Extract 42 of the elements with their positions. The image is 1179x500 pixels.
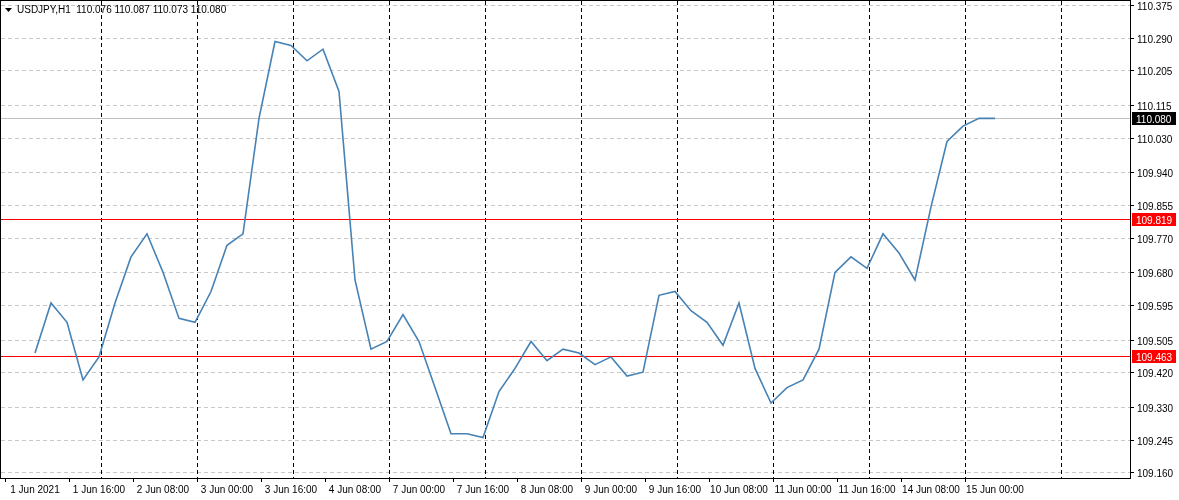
time-axis-label: 9 Jun 16:00 <box>648 484 702 495</box>
price-axis-label: 110.115 <box>1137 100 1172 112</box>
time-axis-label: 15 Jun 00:00 <box>966 484 1024 495</box>
time-axis-label: 14 Jun 08:00 <box>902 484 960 495</box>
time-axis-label: 9 Jun 00:00 <box>584 484 638 495</box>
price-axis-label: 109.245 <box>1137 435 1174 447</box>
time-axis-label: 3 Jun 16:00 <box>264 484 318 495</box>
time-axis-label: 11 Jun 16:00 <box>838 484 896 495</box>
time-axis-label: 1 Jun 16:00 <box>72 484 126 495</box>
time-axis-label: 7 Jun 16:00 <box>456 484 510 495</box>
price-tag: 109.819 <box>1132 213 1176 226</box>
horizontal-line[interactable] <box>1 219 1130 220</box>
horizontal-line[interactable] <box>1 118 1130 119</box>
ref-line-label: 109.463 <box>1136 351 1173 363</box>
time-axis-label: 8 Jun 08:00 <box>520 484 574 495</box>
dropdown-triangle-icon[interactable] <box>5 8 12 12</box>
price-axis-label: 109.855 <box>1137 200 1174 212</box>
time-axis-label: 3 Jun 00:00 <box>200 484 254 495</box>
price-axis-label: 109.420 <box>1137 367 1174 379</box>
price-tag: 109.463 <box>1132 350 1176 363</box>
time-axis-label: 10 Jun 08:00 <box>710 484 768 495</box>
price-axis-label: 110.205 <box>1137 65 1173 77</box>
price-axis-label: 109.160 <box>1137 467 1174 479</box>
time-axis-label: 4 Jun 08:00 <box>328 484 382 495</box>
ref-line-label: 110.080 <box>1136 113 1172 125</box>
time-axis-label: 7 Jun 00:00 <box>392 484 446 495</box>
price-axis-label: 109.595 <box>1137 300 1174 312</box>
price-axis-label: 109.680 <box>1137 267 1174 279</box>
price-axis-label: 109.330 <box>1137 402 1174 414</box>
price-axis-label: 110.030 <box>1137 133 1173 145</box>
price-axis-label: 109.505 <box>1137 335 1174 347</box>
ref-line-label: 109.819 <box>1136 214 1173 226</box>
chart-title: USDJPY,H1 110.076 110.087 110.073 110.080 <box>17 4 227 15</box>
price-axis-label: 109.940 <box>1137 167 1174 179</box>
horizontal-line[interactable] <box>1 356 1130 357</box>
price-axis-label: 110.375 <box>1137 0 1173 12</box>
price-axis-label: 110.290 <box>1137 33 1173 45</box>
time-axis-label: 1 Jun 2021 <box>10 484 60 495</box>
time-axis-label: 11 Jun 00:00 <box>774 484 832 495</box>
price-tag: 110.080 <box>1132 112 1176 125</box>
price-axis-label: 109.770 <box>1137 233 1174 245</box>
time-axis-label: 2 Jun 08:00 <box>136 484 190 495</box>
